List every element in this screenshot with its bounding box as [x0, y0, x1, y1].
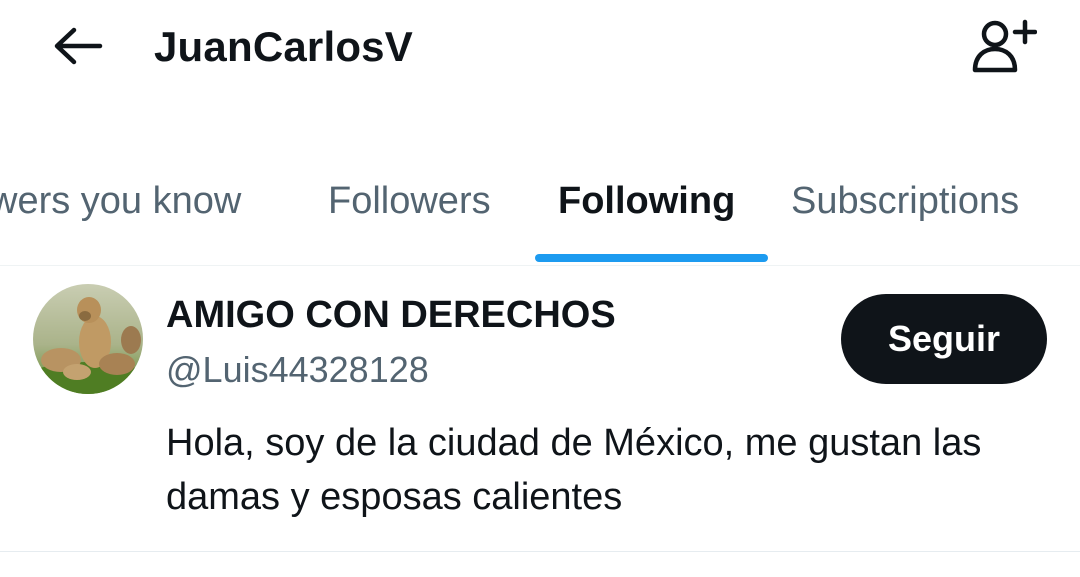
- tab-following[interactable]: Following: [558, 178, 735, 224]
- person-plus-icon: [971, 18, 1038, 79]
- tab-followers[interactable]: Followers: [328, 178, 491, 224]
- user-display-name[interactable]: AMIGO CON DERECHOS: [166, 292, 616, 338]
- page-title: JuanCarlosV: [154, 23, 413, 70]
- add-user-button[interactable]: [968, 18, 1040, 78]
- arrow-left-icon: [52, 26, 104, 71]
- top-app-bar: JuanCarlosV: [0, 0, 1080, 100]
- user-handle[interactable]: @Luis44328128: [166, 348, 429, 392]
- back-button[interactable]: [48, 20, 108, 76]
- follow-button[interactable]: Seguir: [841, 294, 1047, 384]
- user-bio: Hola, soy de la ciudad de México, me gus…: [166, 422, 982, 518]
- profile-tabs: wers you know Followers Following Subscr…: [0, 150, 1080, 266]
- tab-subscriptions[interactable]: Subscriptions: [791, 178, 1019, 224]
- user-list-item[interactable]: AMIGO CON DERECHOS @Luis44328128 Seguir …: [0, 266, 1080, 552]
- tab-followers-you-know[interactable]: wers you know: [0, 178, 241, 224]
- avatar[interactable]: [33, 284, 143, 394]
- active-tab-indicator: [535, 254, 768, 262]
